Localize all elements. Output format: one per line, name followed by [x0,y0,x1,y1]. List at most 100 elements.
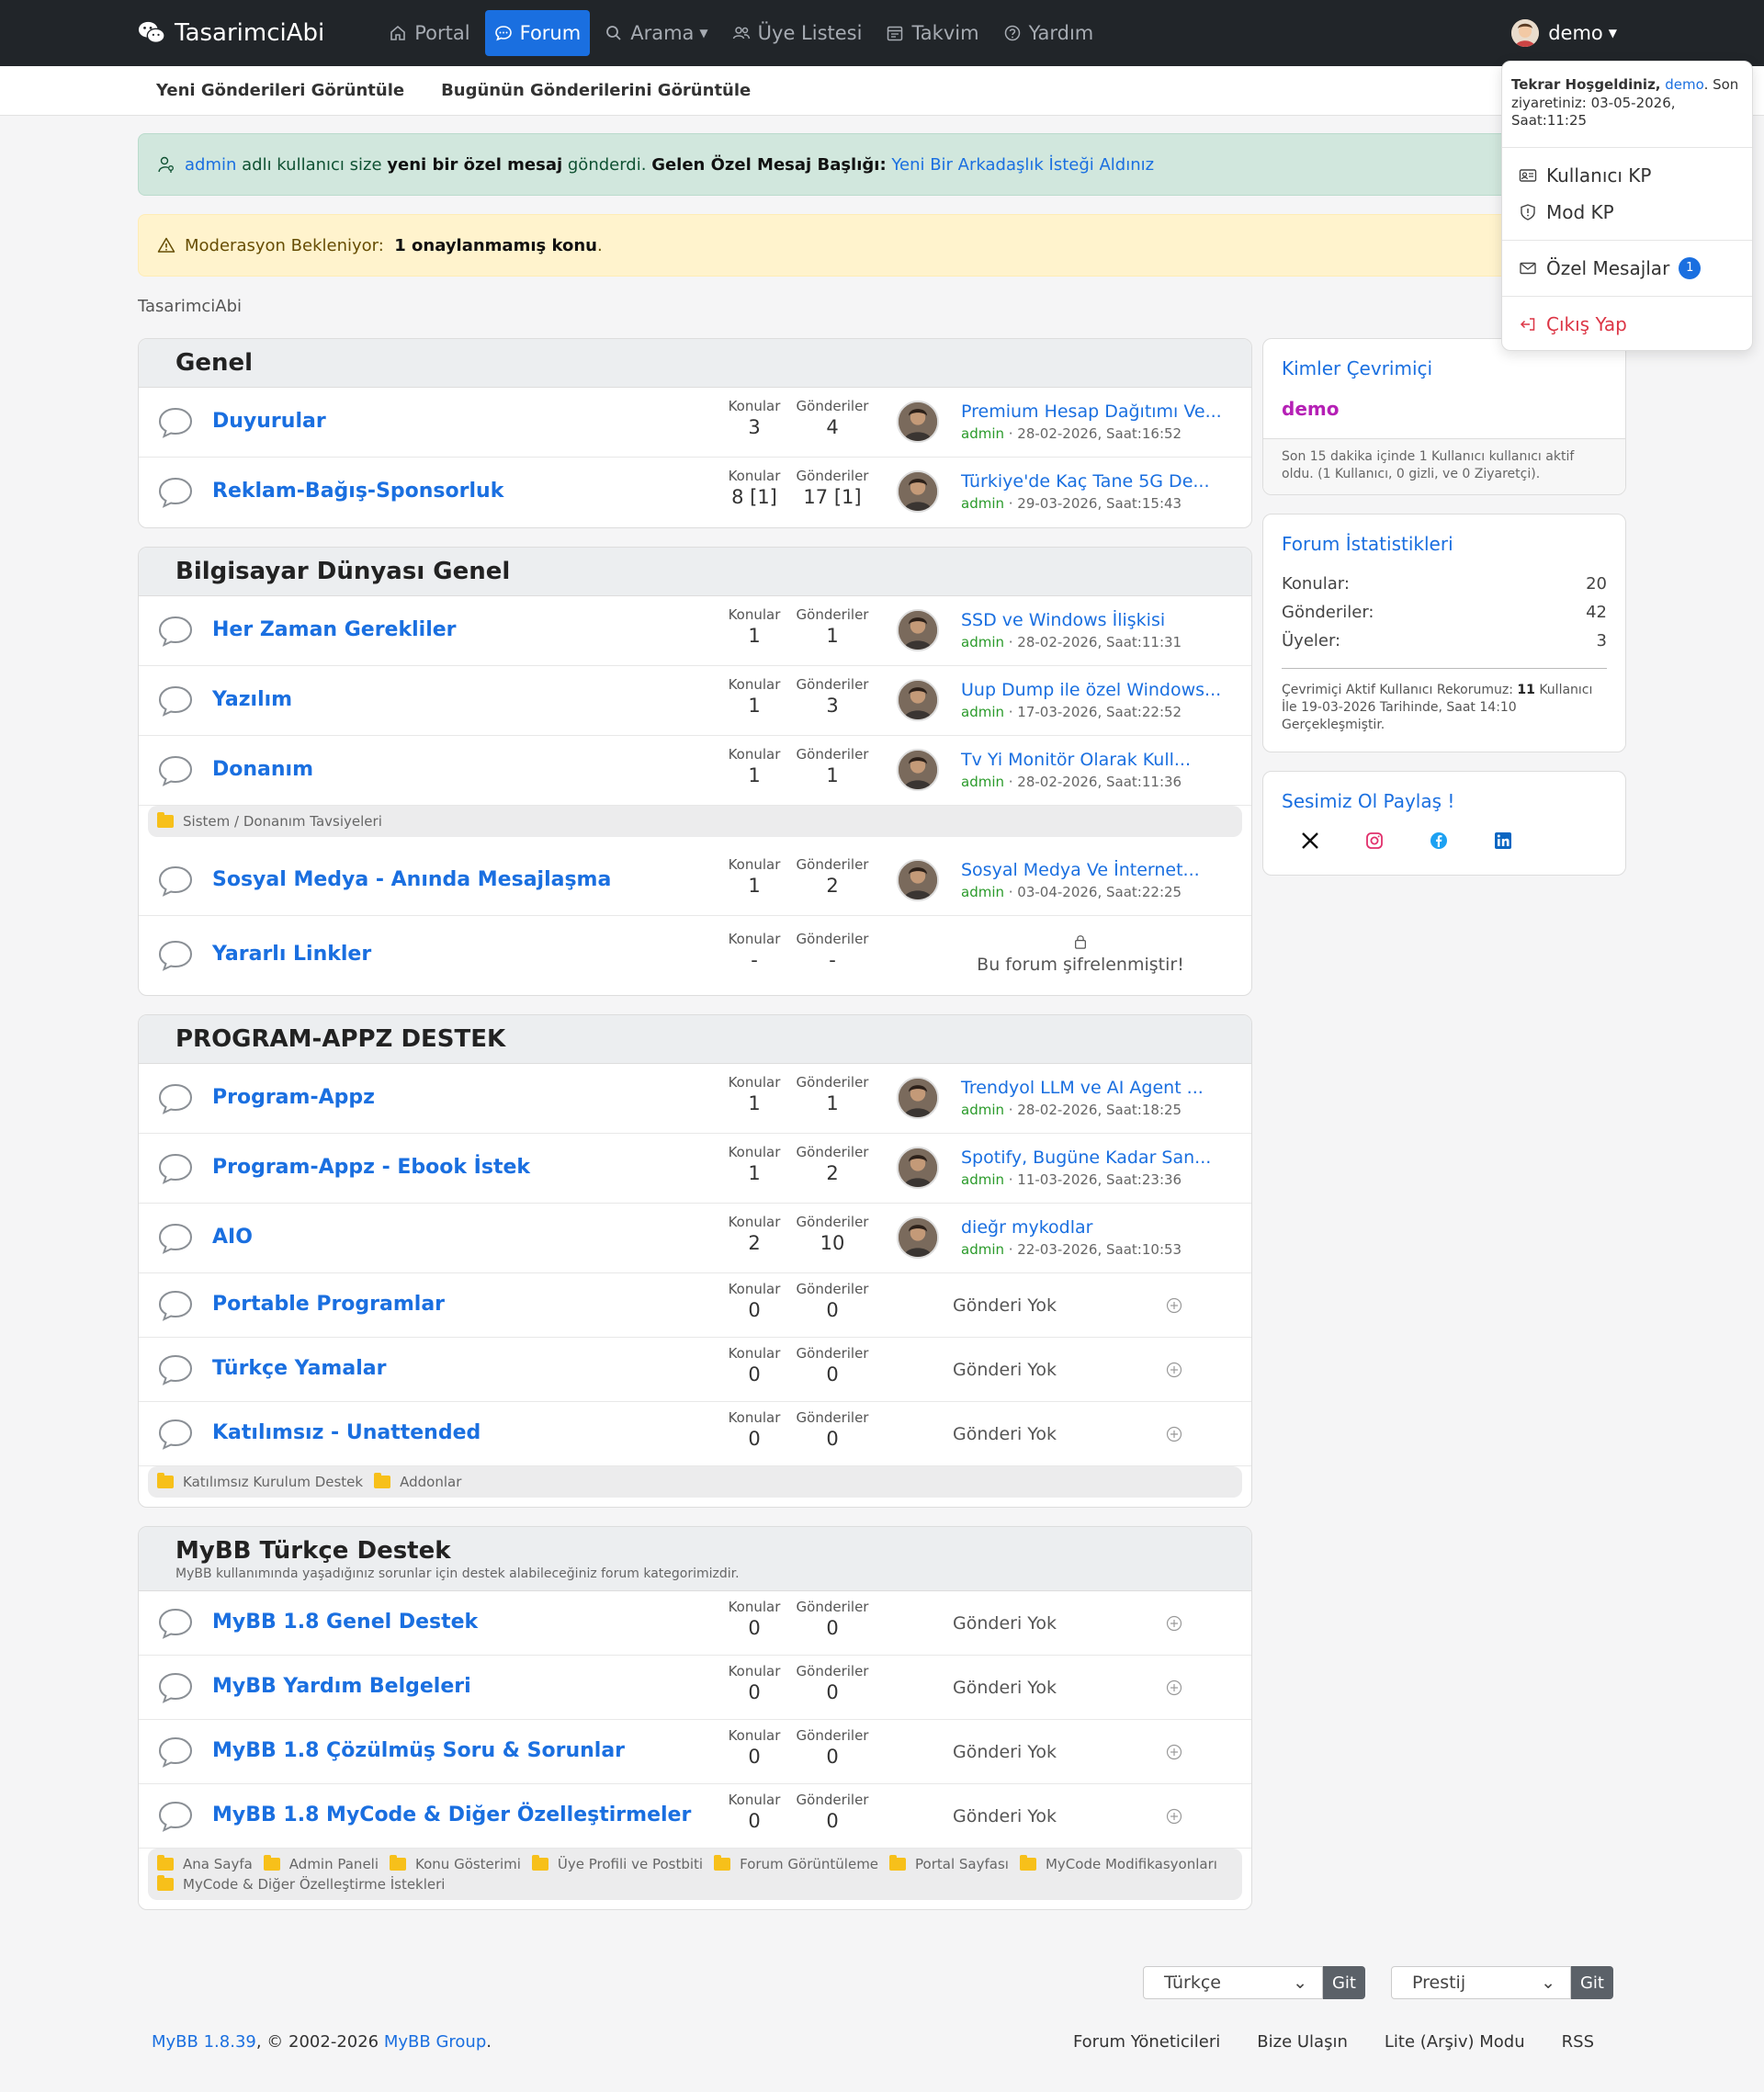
subforum-link[interactable]: Forum Görüntüleme [714,1855,878,1872]
last-post-author-link[interactable]: admin [961,1171,1004,1188]
forum-name-link[interactable]: MyBB 1.8 MyCode & Diğer Özelleştirmeler [212,1804,691,1826]
last-post-author-link[interactable]: admin [961,1241,1004,1258]
mybb-version-link[interactable]: MyBB 1.8.39 [152,2032,256,2052]
forum-stats-title[interactable]: Forum İstatistikleri [1263,515,1625,564]
forum-name-link[interactable]: Reklam-Bağış-Sponsorluk [212,480,503,503]
avatar[interactable] [897,609,939,651]
x-twitter-icon[interactable] [1300,831,1320,851]
online-user-link[interactable]: demo [1263,389,1625,438]
logout-link[interactable]: Çıkış Yap [1502,306,1752,343]
last-post-author-link[interactable]: admin [961,495,1004,512]
subforum-link[interactable]: Portal Sayfası [889,1855,1009,1872]
category-title[interactable]: MyBB Türkçe Destek [175,1537,1215,1565]
add-circle-icon[interactable] [1166,1744,1182,1760]
forum-name-link[interactable]: AIO [212,1226,253,1249]
category-header[interactable]: Genel [139,339,1251,388]
subforum-link[interactable]: Katılımsız Kurulum Destek [157,1473,363,1490]
subforum-link[interactable]: Admin Paneli [263,1855,379,1872]
nav-members[interactable]: Üye Listesi [723,10,872,56]
avatar[interactable] [897,859,939,901]
category-title[interactable]: Bilgisayar Dünyası Genel [175,558,1215,585]
last-post-title-link[interactable]: Sosyal Medya Ve İnternet... [961,860,1200,880]
breadcrumb[interactable]: TasarimciAbi [138,297,242,316]
user-menu-toggle[interactable]: demo ▼ [1511,0,1617,66]
nav-calendar[interactable]: Takvim [876,10,988,56]
category-header[interactable]: MyBB Türkçe Destek MyBB kullanımında yaşa… [139,1527,1251,1591]
add-circle-icon[interactable] [1166,1297,1182,1314]
subforum-link[interactable]: Addonlar [374,1473,461,1490]
nav-forum[interactable]: Forum [484,10,591,56]
nav-search[interactable]: Arama ▼ [595,10,717,56]
last-post-author-link[interactable]: admin [961,704,1004,720]
category-title[interactable]: PROGRAM-APPZ DESTEK [175,1025,1215,1053]
subforum-link[interactable]: Ana Sayfa [157,1855,253,1872]
last-post-title-link[interactable]: Tv Yi Monitör Olarak Kull... [961,750,1191,770]
footer-link-lite-mode[interactable]: Lite (Arşiv) Modu [1385,2032,1525,2052]
forum-name-link[interactable]: Program-Appz [212,1086,375,1109]
theme-select[interactable]: Prestij ⌄ [1391,1966,1571,1999]
last-post-title-link[interactable]: dieğr mykodlar [961,1217,1092,1238]
last-post-author-link[interactable]: admin [961,634,1004,650]
last-post-author-link[interactable]: admin [961,774,1004,790]
theme-go-button[interactable]: Git [1571,1966,1613,1999]
forum-name-link[interactable]: Katılımsız - Unattended [212,1421,481,1444]
subforum-link[interactable]: Sistem / Donanım Tavsiyeleri [157,812,382,830]
footer-link-contact[interactable]: Bize Ulaşın [1257,2032,1348,2052]
add-circle-icon[interactable] [1166,1615,1182,1632]
forum-name-link[interactable]: MyBB Yardım Belgeleri [212,1675,471,1698]
pm-title-link[interactable]: Yeni Bir Arkadaşlık İsteği Aldınız [891,155,1154,175]
mod-cp-link[interactable]: Mod KP [1502,194,1752,231]
forum-name-link[interactable]: Her Zaman Gerekliler [212,618,457,641]
forum-name-link[interactable]: Program-Appz - Ebook İstek [212,1156,530,1179]
welcome-user-link[interactable]: demo [1665,76,1703,93]
avatar[interactable] [897,1077,939,1119]
add-circle-icon[interactable] [1166,1679,1182,1696]
category-header[interactable]: PROGRAM-APPZ DESTEK [139,1015,1251,1064]
last-post-title-link[interactable]: SSD ve Windows İlişkisi [961,610,1165,630]
forum-name-link[interactable]: Sosyal Medya - Anında Mesajlaşma [212,868,611,891]
language-go-button[interactable]: Git [1323,1966,1365,1999]
forum-name-link[interactable]: Donanım [212,758,313,781]
instagram-icon[interactable] [1364,831,1385,851]
forum-name-link[interactable]: Yararlı Linkler [212,943,371,966]
last-post-title-link[interactable]: Premium Hesap Dağıtımı Ve... [961,401,1222,422]
today-posts-link[interactable]: Bugünün Gönderilerini Görüntüle [441,81,751,100]
private-messages-link[interactable]: Özel Mesajlar 1 [1502,250,1752,287]
nav-portal[interactable]: Portal [379,10,479,56]
forum-name-link[interactable]: Portable Programlar [212,1293,445,1316]
subforum-link[interactable]: MyCode & Diğer Özelleştirme İstekleri [157,1875,445,1893]
footer-link-rss[interactable]: RSS [1562,2032,1594,2052]
forum-name-link[interactable]: MyBB 1.8 Çözülmüş Soru & Sorunlar [212,1739,625,1762]
language-select[interactable]: Türkçe ⌄ [1143,1966,1323,1999]
forum-name-link[interactable]: Türkçe Yamalar [212,1357,386,1380]
forum-name-link[interactable]: MyBB 1.8 Genel Destek [212,1611,478,1634]
add-circle-icon[interactable] [1166,1808,1182,1825]
add-circle-icon[interactable] [1166,1426,1182,1442]
last-post-author-link[interactable]: admin [961,1102,1004,1118]
nav-help[interactable]: Yardım [994,10,1103,56]
category-title[interactable]: Genel [175,349,1215,377]
last-post-title-link[interactable]: Türkiye'de Kaç Tane 5G De... [961,471,1210,492]
mybb-group-link[interactable]: MyBB Group [384,2032,486,2052]
moderation-link[interactable]: 1 onaylanmamış konu [394,236,597,255]
pm-sender-link[interactable]: admin [185,155,236,175]
subforum-link[interactable]: MyCode Modifikasyonları [1019,1855,1217,1872]
avatar[interactable] [897,1147,939,1189]
new-posts-link[interactable]: Yeni Gönderileri Görüntüle [156,81,404,100]
facebook-icon[interactable] [1429,831,1449,851]
footer-link-moderators[interactable]: Forum Yöneticileri [1073,2032,1220,2052]
forum-name-link[interactable]: Yazılım [212,688,292,711]
last-post-author-link[interactable]: admin [961,425,1004,442]
add-circle-icon[interactable] [1166,1362,1182,1378]
avatar[interactable] [897,749,939,791]
subforum-link[interactable]: Konu Gösterimi [390,1855,521,1872]
user-cp-link[interactable]: Kullanıcı KP [1502,157,1752,194]
last-post-title-link[interactable]: Uup Dump ile özel Windows... [961,680,1221,700]
last-post-author-link[interactable]: admin [961,884,1004,900]
forum-name-link[interactable]: Duyurular [212,410,326,433]
linkedin-icon[interactable] [1493,831,1513,851]
avatar[interactable] [897,679,939,721]
last-post-title-link[interactable]: Spotify, Bugüne Kadar San... [961,1148,1211,1168]
avatar[interactable] [897,1216,939,1259]
subforum-link[interactable]: Üye Profili ve Postbiti [531,1855,703,1872]
